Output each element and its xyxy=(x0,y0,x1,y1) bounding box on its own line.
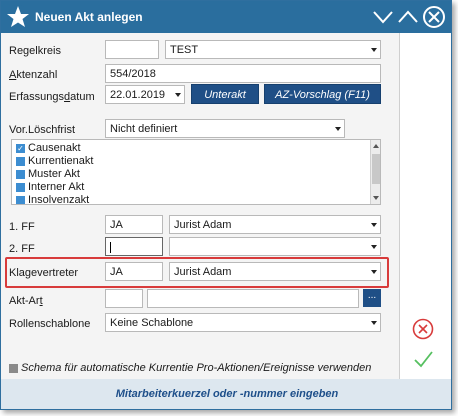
close-button[interactable] xyxy=(422,4,446,30)
maximize-button[interactable] xyxy=(396,4,420,30)
aktenzahl-input[interactable]: 554/2018 xyxy=(105,64,381,83)
regelkreis-value: TEST xyxy=(170,44,199,56)
akt-art-name-input[interactable] xyxy=(147,289,359,308)
rollenschablone-label: Rollenschablone xyxy=(9,318,91,330)
chevron-down-icon xyxy=(371,321,377,325)
list-scrollbar[interactable] xyxy=(370,140,380,204)
scroll-up-icon[interactable] xyxy=(371,141,381,151)
ff1-select[interactable]: Jurist Adam xyxy=(169,215,381,234)
status-bar: Mitarbeiterkuerzel oder -nummer eingeben xyxy=(1,379,451,409)
scroll-down-icon[interactable] xyxy=(371,193,381,203)
close-circle-icon xyxy=(423,6,445,28)
ff1-value: Jurist Adam xyxy=(174,219,232,231)
vor-loeschfrist-label: Vor.Löschfrist xyxy=(9,124,76,136)
unterakt-button[interactable]: Unterakt xyxy=(191,84,259,104)
chevron-down-icon xyxy=(371,270,377,274)
window-title: Neuen Akt anlegen xyxy=(35,10,143,24)
ff2-select[interactable] xyxy=(169,237,381,256)
action-panel xyxy=(399,33,451,379)
klagevertreter-label: Klagevertreter xyxy=(9,267,79,279)
chevron-down-icon xyxy=(371,245,377,249)
schema-checkbox[interactable] xyxy=(9,364,18,373)
rollenschablone-value: Keine Schablone xyxy=(110,317,194,329)
erfassungsdatum-input[interactable]: 22.01.2019 xyxy=(105,85,185,104)
status-text: Mitarbeiterkuerzel oder -nummer eingeben xyxy=(115,388,339,400)
akt-art-code-input[interactable] xyxy=(105,289,143,308)
akt-art-label: Akt-Art xyxy=(9,295,43,307)
ff1-label: 1. FF xyxy=(9,221,35,233)
checkbox-icon[interactable] xyxy=(16,183,25,192)
checkbox-icon[interactable] xyxy=(16,196,25,204)
ff2-label: 2. FF xyxy=(9,243,35,255)
erfassungsdatum-value: 22.01.2019 xyxy=(110,89,166,101)
chevron-up-icon xyxy=(398,10,418,23)
akt-art-lookup-button[interactable]: ... xyxy=(363,289,381,307)
regelkreis-label: Regelkreis xyxy=(9,45,61,57)
dialog-window: Neuen Akt anlegen Regelkreis TEST Aktenz… xyxy=(0,0,452,410)
chevron-down-icon xyxy=(371,48,377,52)
klagevertreter-code-input[interactable]: JA xyxy=(105,262,163,281)
rollenschablone-select[interactable]: Keine Schablone xyxy=(105,313,381,332)
form-area: Regelkreis TEST Aktenzahl 554/2018 Erfas… xyxy=(1,33,399,409)
regelkreis-code-input[interactable] xyxy=(105,40,159,59)
checkbox-icon[interactable] xyxy=(16,157,25,166)
checkmark-icon[interactable] xyxy=(412,348,434,370)
text-cursor xyxy=(110,241,111,253)
star-icon xyxy=(6,5,30,29)
checkbox-checked-icon[interactable]: ✓ xyxy=(16,144,25,153)
ff1-code-input[interactable]: JA xyxy=(105,215,163,234)
vor-loeschfrist-select[interactable]: Nicht definiert xyxy=(105,119,345,138)
vor-loeschfrist-value: Nicht definiert xyxy=(110,123,178,135)
chevron-down-icon xyxy=(371,223,377,227)
cancel-circle-icon[interactable] xyxy=(412,318,434,340)
az-vorschlag-button[interactable]: AZ-Vorschlag (F11) xyxy=(264,84,381,104)
aktenzahl-label: Aktenzahl xyxy=(9,69,58,81)
chevron-down-icon xyxy=(373,11,393,24)
title-bar: Neuen Akt anlegen xyxy=(1,1,451,33)
regelkreis-select[interactable]: TEST xyxy=(165,40,381,59)
scrollbar-thumb[interactable] xyxy=(372,154,380,184)
klagevertreter-value: Jurist Adam xyxy=(174,266,232,278)
akt-type-list[interactable]: ✓ Causenakt Kurrentienakt Muster Akt Int… xyxy=(11,139,381,205)
schema-checkbox-label: Schema für automatische Kurrentie Pro-Ak… xyxy=(21,362,372,374)
chevron-down-icon xyxy=(175,93,181,97)
chevron-down-icon xyxy=(335,127,341,131)
ff2-code-input[interactable] xyxy=(105,237,163,256)
checkbox-icon[interactable] xyxy=(16,170,25,179)
klagevertreter-select[interactable]: Jurist Adam xyxy=(169,262,381,281)
erfassungsdatum-label: Erfassungsdatum xyxy=(9,91,95,103)
minimize-button[interactable] xyxy=(371,4,395,30)
